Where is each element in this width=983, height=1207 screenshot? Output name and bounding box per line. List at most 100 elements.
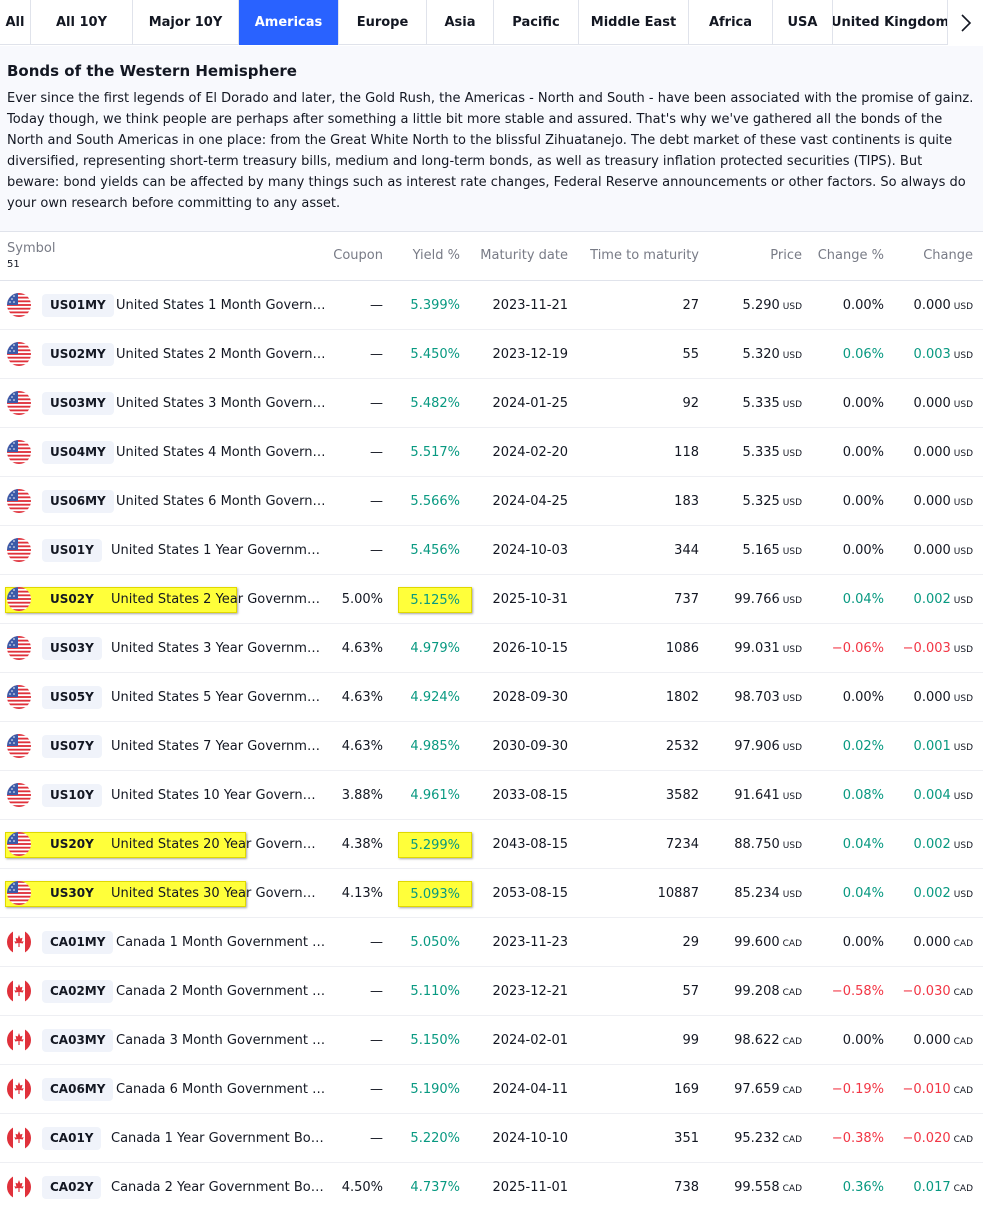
tab-americas[interactable]: Americas xyxy=(239,0,339,45)
maturity-date-cell: 2030-09-30 xyxy=(492,739,568,754)
bond-name[interactable]: United States 5 Year Governm… xyxy=(111,673,320,722)
header-time-to-maturity[interactable]: Time to maturity xyxy=(590,248,699,263)
maturity-date-cell: 2023-12-21 xyxy=(492,984,568,999)
table-row[interactable]: US07Y United States 7 Year Governm… 4.63% 4… xyxy=(0,722,983,771)
table-row[interactable]: US06MY United States 6 Month Govern… — 5.56… xyxy=(0,477,983,526)
table-row[interactable]: US04MY United States 4 Month Govern… — 5.51… xyxy=(0,428,983,477)
ticker-badge[interactable]: CA03MY xyxy=(42,1029,114,1052)
bond-name[interactable]: United States 1 Month Govern… xyxy=(116,281,326,330)
header-yield[interactable]: Yield % xyxy=(413,248,460,263)
bond-name[interactable]: United States 2 Month Govern… xyxy=(116,330,326,379)
ticker-badge[interactable]: CA02Y xyxy=(42,1176,102,1199)
ticker-badge[interactable]: US20Y xyxy=(42,833,102,856)
bond-name[interactable]: Canada 1 Month Government … xyxy=(116,918,325,967)
ticker-badge[interactable]: US04MY xyxy=(42,441,114,464)
table-row[interactable]: US03Y United States 3 Year Governm… 4.63% 4… xyxy=(0,624,983,673)
bond-name[interactable]: Canada 1 Year Government Bo… xyxy=(111,1114,324,1163)
tab-all[interactable]: All xyxy=(0,0,31,45)
table-row[interactable]: US02Y United States 2 Year Governm… 5.00% 5… xyxy=(0,575,983,624)
bond-name[interactable]: United States 30 Year Govern… xyxy=(111,869,316,918)
header-coupon[interactable]: Coupon xyxy=(333,248,383,263)
ticker-badge[interactable]: CA02MY xyxy=(42,980,114,1003)
price-value: 99.031 xyxy=(734,641,780,656)
maturity-date-cell: 2025-11-01 xyxy=(492,1180,568,1195)
ticker-badge[interactable]: US02MY xyxy=(42,343,114,366)
tab-major-10y[interactable]: Major 10Y xyxy=(133,0,239,45)
bond-name[interactable]: United States 3 Month Govern… xyxy=(116,379,326,428)
bond-name[interactable]: Canada 6 Month Government … xyxy=(116,1065,325,1114)
table-row[interactable]: US01MY United States 1 Month Govern… — 5.39… xyxy=(0,281,983,330)
ticker-badge[interactable]: US02Y xyxy=(42,588,102,611)
ticker-badge[interactable]: CA01Y xyxy=(42,1127,102,1150)
ticker-badge[interactable]: US01MY xyxy=(42,294,114,317)
ticker-badge[interactable]: US06MY xyxy=(42,490,114,513)
table-row[interactable]: CA01Y Canada 1 Year Government Bo… — 5.220%… xyxy=(0,1114,983,1163)
tabs-scroll-right-button[interactable] xyxy=(948,0,983,45)
bond-name[interactable]: United States 7 Year Governm… xyxy=(111,722,320,771)
table-row[interactable]: US01Y United States 1 Year Governm… — 5.456… xyxy=(0,526,983,575)
ticker-badge[interactable]: US03MY xyxy=(42,392,114,415)
currency-unit: USD xyxy=(953,743,973,753)
coupon-cell: 3.88% xyxy=(341,788,383,803)
header-change-percent[interactable]: Change % xyxy=(818,248,884,263)
maturity-date-cell: 2024-02-01 xyxy=(492,1033,568,1048)
canada-flag-icon xyxy=(7,930,31,954)
table-row[interactable]: CA02MY Canada 2 Month Government … — 5.110%… xyxy=(0,967,983,1016)
change-cell: −0.010 CAD xyxy=(903,1065,973,1114)
tab-asia[interactable]: Asia xyxy=(427,0,494,45)
table-row[interactable]: US30Y United States 30 Year Govern… 4.13% 5… xyxy=(0,869,983,918)
bond-name[interactable]: United States 4 Month Govern… xyxy=(116,428,326,477)
bond-name[interactable]: United States 20 Year Govern… xyxy=(111,820,316,869)
bond-name[interactable]: United States 2 Year Governm… xyxy=(111,575,320,624)
tab-middle-east[interactable]: Middle East xyxy=(579,0,689,45)
change-value: −0.003 xyxy=(902,641,951,656)
change-value: −0.020 xyxy=(902,1131,951,1146)
currency-unit: CAD xyxy=(782,1037,802,1047)
yield-cell: 4.961% xyxy=(410,788,460,803)
bond-name[interactable]: Canada 2 Month Government … xyxy=(116,967,325,1016)
header-change[interactable]: Change xyxy=(923,248,973,263)
table-row[interactable]: US10Y United States 10 Year Govern… 3.88% 4… xyxy=(0,771,983,820)
tab-africa[interactable]: Africa xyxy=(689,0,773,45)
price-cell: 91.641 USD xyxy=(734,771,802,820)
ticker-badge[interactable]: US07Y xyxy=(42,735,102,758)
coupon-cell: 4.50% xyxy=(341,1180,383,1195)
header-symbol[interactable]: Symbol xyxy=(7,241,55,256)
bond-name[interactable]: Canada 3 Month Government … xyxy=(116,1016,325,1065)
maturity-date-cell: 2024-01-25 xyxy=(492,396,568,411)
ticker-badge[interactable]: CA01MY xyxy=(42,931,114,954)
tab-all-10y[interactable]: All 10Y xyxy=(31,0,133,45)
tab-united-kingdom[interactable]: United Kingdom xyxy=(833,0,948,45)
table-row[interactable]: CA02Y Canada 2 Year Government Bo… 4.50% 4.… xyxy=(0,1163,983,1207)
currency-unit: CAD xyxy=(953,1184,973,1194)
bond-name[interactable]: Canada 2 Year Government Bo… xyxy=(111,1163,324,1207)
tab-usa[interactable]: USA xyxy=(773,0,833,45)
table-row[interactable]: CA01MY Canada 1 Month Government … — 5.050%… xyxy=(0,918,983,967)
ticker-badge[interactable]: US30Y xyxy=(42,882,102,905)
currency-unit: USD xyxy=(953,351,973,361)
ticker-badge[interactable]: CA06MY xyxy=(42,1078,114,1101)
bond-name[interactable]: United States 3 Year Governm… xyxy=(111,624,320,673)
ticker-badge[interactable]: US03Y xyxy=(42,637,102,660)
header-maturity[interactable]: Maturity date xyxy=(480,248,568,263)
change-cell: 0.000 USD xyxy=(914,428,973,477)
bond-name[interactable]: United States 10 Year Govern… xyxy=(111,771,316,820)
ticker-badge[interactable]: US10Y xyxy=(42,784,102,807)
bond-name[interactable]: United States 1 Year Governm… xyxy=(111,526,320,575)
bond-name[interactable]: United States 6 Month Govern… xyxy=(116,477,326,526)
table-row[interactable]: US02MY United States 2 Month Govern… — 5.45… xyxy=(0,330,983,379)
table-row[interactable]: CA06MY Canada 6 Month Government … — 5.190%… xyxy=(0,1065,983,1114)
tab-pacific[interactable]: Pacific xyxy=(494,0,579,45)
canada-flag-icon xyxy=(7,979,31,1003)
tab-europe[interactable]: Europe xyxy=(339,0,427,45)
ticker-badge[interactable]: US05Y xyxy=(42,686,102,709)
table-row[interactable]: US20Y United States 20 Year Govern… 4.38% 5… xyxy=(0,820,983,869)
table-row[interactable]: US05Y United States 5 Year Governm… 4.63% 4… xyxy=(0,673,983,722)
us-flag-icon xyxy=(7,440,31,464)
table-row[interactable]: CA03MY Canada 3 Month Government … — 5.150%… xyxy=(0,1016,983,1065)
header-price[interactable]: Price xyxy=(770,248,802,263)
table-row[interactable]: US03MY United States 3 Month Govern… — 5.48… xyxy=(0,379,983,428)
price-cell: 5.290 USD xyxy=(743,281,802,330)
coupon-cell: — xyxy=(370,543,383,558)
ticker-badge[interactable]: US01Y xyxy=(42,539,102,562)
